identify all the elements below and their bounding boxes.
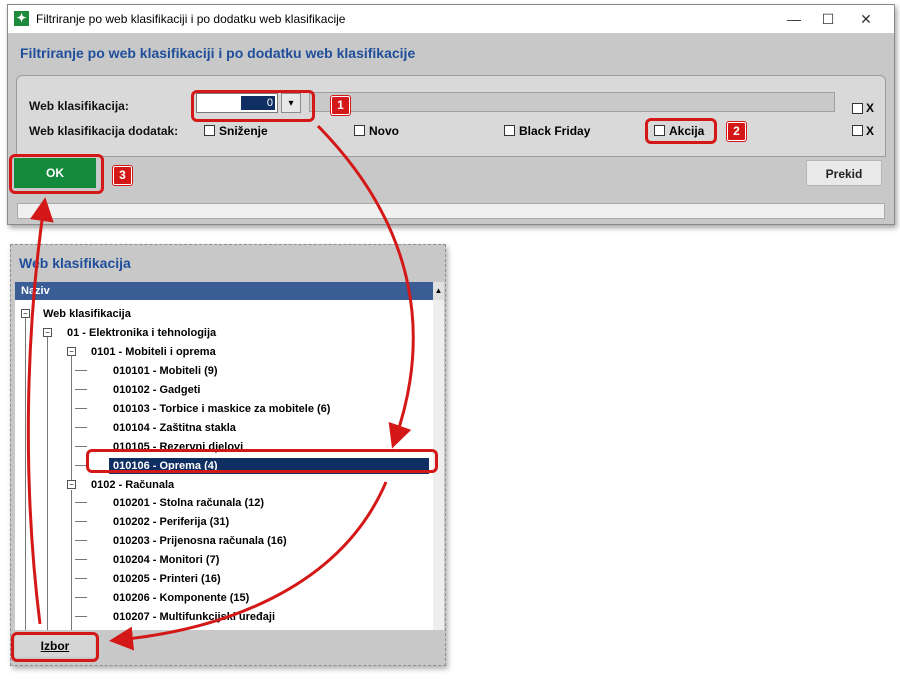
dodatak-label: Web klasifikacija dodatak: — [29, 124, 179, 138]
badge-3: 3 — [113, 166, 132, 185]
tree-line — [75, 389, 87, 390]
clear-dodatak-label: X — [866, 124, 875, 138]
tree-node-item[interactable]: 010202 - Periferija (31) — [113, 514, 229, 530]
tree-node-level1[interactable]: 01 - Elektronika i tehnologija — [67, 325, 216, 341]
tree-node-item[interactable]: 010207 - Multifunkcijski uređaji — [113, 609, 275, 625]
tree-line — [75, 446, 87, 447]
collapse-icon[interactable]: − — [43, 328, 52, 337]
tree-node-item[interactable]: 010104 - Zaštitna stakla — [113, 420, 236, 436]
tree-line — [71, 352, 72, 484]
highlight-ok — [9, 154, 104, 194]
scroll-up-icon[interactable]: ▲ — [433, 282, 444, 300]
snizenje-label: Sniženje — [219, 124, 268, 138]
filter-panel — [16, 75, 886, 157]
tree-node-item[interactable]: 010101 - Mobiteli (9) — [113, 363, 218, 379]
tree-line — [75, 578, 87, 579]
tree-node-item[interactable]: 010205 - Printeri (16) — [113, 571, 221, 587]
title-bar: ✦ Filtriranje po web klasifikaciji i po … — [8, 5, 894, 33]
tree-line — [75, 521, 87, 522]
highlight-akcija — [645, 118, 717, 144]
window-title: Filtriranje po web klasifikaciji i po do… — [36, 12, 346, 26]
badge-2: 2 — [727, 122, 746, 141]
tree-line — [75, 616, 87, 617]
highlight-izbor — [11, 632, 99, 662]
tree-line — [75, 559, 87, 560]
black-friday-label: Black Friday — [519, 124, 591, 138]
tree-line — [71, 490, 72, 630]
tree-heading: Web klasifikacija — [19, 255, 131, 271]
dialog-heading: Filtriranje po web klasifikaciji i po do… — [20, 45, 416, 61]
tree-node-item[interactable]: 010103 - Torbice i maskice za mobitele (… — [113, 401, 330, 417]
tree-node-item[interactable]: 010203 - Prijenosna računala (16) — [113, 533, 287, 549]
minimize-button[interactable]: — — [782, 9, 806, 29]
column-header-naziv[interactable]: Naziv — [15, 282, 433, 300]
web-klasifikacija-label: Web klasifikacija: — [29, 99, 129, 113]
clear-dodatak-checkbox[interactable] — [852, 125, 863, 136]
tree-node-item[interactable]: 010204 - Monitori (7) — [113, 552, 219, 568]
highlight-selected-node — [86, 449, 438, 473]
badge-1: 1 — [331, 96, 350, 115]
black-friday-checkbox[interactable] — [504, 125, 515, 136]
tree-node-group1[interactable]: 0101 - Mobiteli i oprema — [91, 344, 216, 360]
collapse-icon[interactable]: − — [67, 480, 76, 489]
collapse-icon[interactable]: − — [21, 309, 30, 318]
close-button[interactable]: ✕ — [854, 9, 878, 29]
cancel-button[interactable]: Prekid — [806, 160, 882, 186]
novo-label: Novo — [369, 124, 399, 138]
tree-node-item[interactable]: 010201 - Stolna računala (12) — [113, 495, 264, 511]
tree-line — [75, 370, 87, 371]
clear-klasifikacija-checkbox[interactable] — [852, 103, 863, 114]
maximize-button[interactable]: ☐ — [816, 9, 840, 29]
tree-line — [75, 427, 87, 428]
clear-klasifikacija-label: X — [866, 101, 875, 115]
tree-line — [75, 540, 87, 541]
tree-node-item[interactable]: 010102 - Gadgeti — [113, 382, 200, 398]
tree-line — [25, 314, 26, 630]
snizenje-checkbox[interactable] — [204, 125, 215, 136]
filter-dialog: ✦ Filtriranje po web klasifikaciji i po … — [7, 4, 895, 225]
collapse-icon[interactable]: − — [67, 347, 76, 356]
highlight-web-klasifikacija — [191, 90, 315, 122]
web-klasifikacija-description — [309, 92, 835, 112]
novo-checkbox[interactable] — [354, 125, 365, 136]
tree-line — [75, 502, 87, 503]
tree-node-group2[interactable]: 0102 - Računala — [91, 477, 174, 493]
app-icon: ✦ — [14, 11, 29, 26]
tree-node-root[interactable]: Web klasifikacija — [43, 306, 131, 322]
tree-line — [75, 408, 87, 409]
status-bar — [17, 203, 885, 219]
tree-line — [75, 597, 87, 598]
tree-line — [47, 332, 48, 630]
tree-node-item[interactable]: 010206 - Komponente (15) — [113, 590, 249, 606]
